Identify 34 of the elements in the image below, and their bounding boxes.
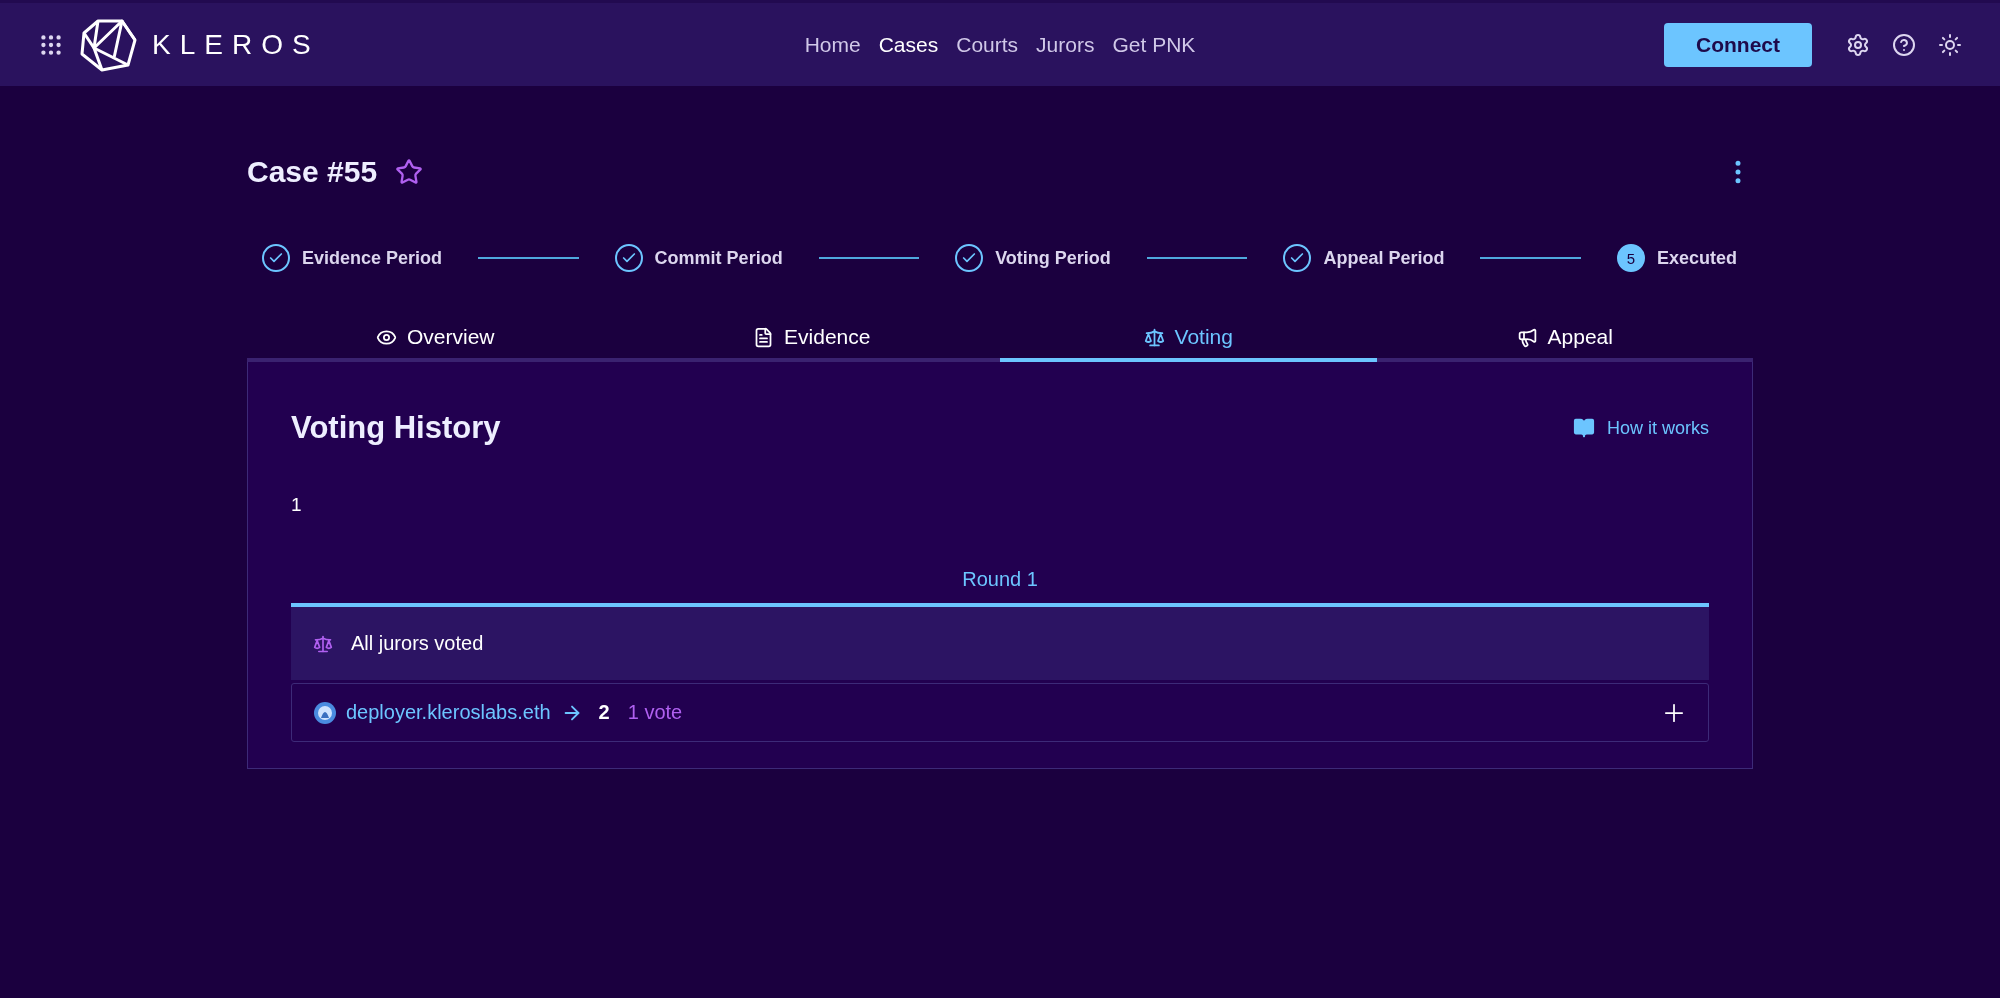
step-label: Evidence Period [302,247,443,269]
sun-icon[interactable] [1938,32,1962,57]
nav-link[interactable]: Home [804,32,861,57]
nav-link[interactable]: Get PNK [1112,32,1196,57]
scale-icon [313,633,333,654]
logo-icon [78,17,138,72]
step-label: Executed [1656,247,1737,269]
scale-icon [1143,326,1165,348]
tab[interactable]: Overview [247,316,624,362]
avatar-icon [314,701,336,724]
case-title: Case #55 [247,155,378,189]
section-title: Voting History [291,410,501,446]
nav-link[interactable]: Cases [878,32,939,57]
juror-address-link[interactable]: deployer.kleroslabs.eth [346,701,551,724]
vote-choice: 2 [598,701,610,724]
logo-text: KLEROS [152,28,320,61]
star-icon[interactable] [395,158,424,186]
step-number: 5 [1616,244,1645,272]
vote-weight: 1 vote [627,701,683,724]
status-text: All jurors voted [351,632,484,655]
book-icon [1573,417,1595,439]
connect-button[interactable]: Connect [1664,22,1812,67]
step-label: Voting Period [995,247,1111,269]
tab[interactable]: Appeal [1376,316,1753,362]
tab[interactable]: Evidence [623,316,1000,362]
how-it-works-link[interactable]: How it works [1573,417,1709,439]
round-count: 1 [291,494,303,516]
step-label: Commit Period [654,247,783,269]
help-icon[interactable] [1892,32,1916,57]
settings-icon[interactable] [1846,32,1870,57]
nav-link[interactable]: Jurors [1036,32,1095,57]
megaphone-icon [1516,326,1538,348]
nav-link[interactable]: Courts [956,32,1019,57]
step-label: Appeal Period [1323,247,1445,269]
